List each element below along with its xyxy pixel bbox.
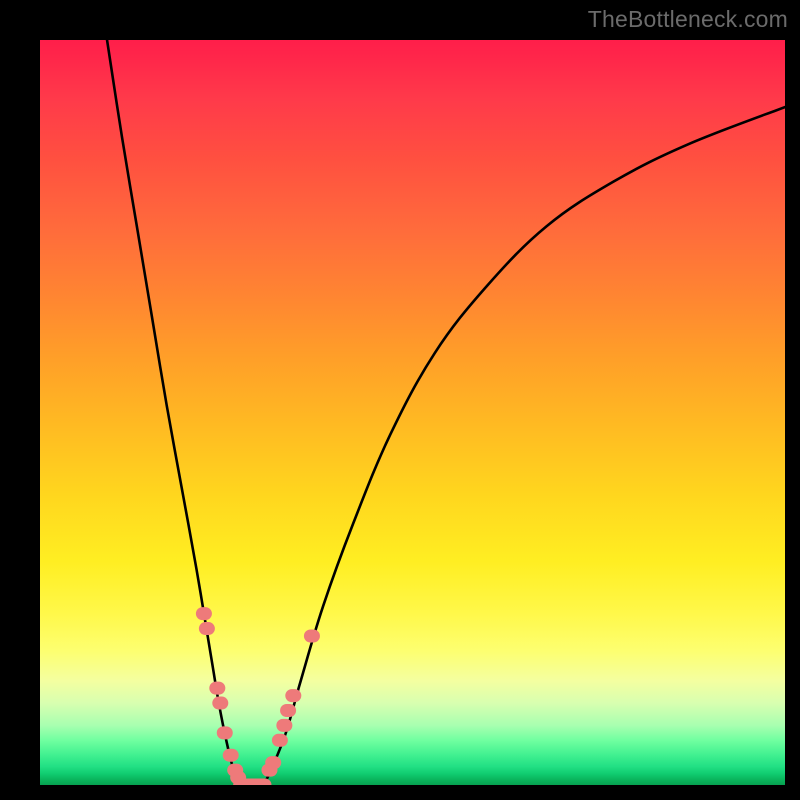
marker-point xyxy=(280,704,296,717)
marker-point xyxy=(276,719,292,732)
curve-layer xyxy=(40,40,785,785)
marker-point xyxy=(217,726,233,739)
marker-point xyxy=(196,607,212,620)
marker-point xyxy=(272,734,288,747)
watermark-text: TheBottleneck.com xyxy=(588,6,788,33)
marker-point xyxy=(209,682,225,695)
curve-right-branch xyxy=(264,107,786,785)
marker-point xyxy=(199,622,215,635)
marker-point xyxy=(285,689,301,702)
curve-left-branch xyxy=(107,40,241,785)
marker-point xyxy=(304,630,320,643)
chart-frame: TheBottleneck.com xyxy=(0,0,800,800)
plot-area xyxy=(40,40,785,785)
marker-point xyxy=(265,756,281,769)
marker-point xyxy=(212,697,228,710)
marker-point xyxy=(223,749,239,762)
